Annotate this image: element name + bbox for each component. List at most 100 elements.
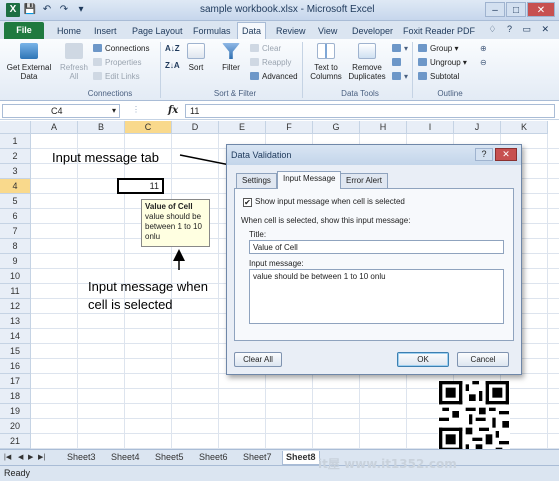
show-input-message-checkbox[interactable]: ✔ Show input message when cell is selecte… [243, 197, 405, 207]
tab-input-message[interactable]: Input Message [277, 171, 342, 189]
sheet-tab[interactable]: Sheet3 [64, 451, 99, 465]
row-header[interactable]: 9 [0, 254, 31, 269]
row-header[interactable]: 5 [0, 194, 31, 209]
insert-function-icon[interactable]: fx [168, 105, 178, 116]
tab-page-layout[interactable]: Page Layout [132, 23, 183, 39]
tab-insert[interactable]: Insert [94, 23, 117, 39]
redo-icon[interactable]: ↷ [57, 3, 71, 17]
row-header[interactable]: 1 [0, 134, 31, 149]
sheet-tab-active[interactable]: Sheet8 [282, 451, 320, 465]
undo-icon[interactable]: ↶ [40, 3, 54, 17]
data-validation-button[interactable]: ▾ [392, 44, 408, 53]
properties-button[interactable]: Properties [93, 58, 141, 67]
sheet-tab[interactable]: Sheet5 [152, 451, 187, 465]
dialog-help-button[interactable]: ? [475, 148, 493, 161]
clear-all-button[interactable]: Clear All [234, 352, 282, 367]
row-header[interactable]: 18 [0, 389, 31, 404]
row-header[interactable]: 21 [0, 434, 31, 449]
row-header[interactable]: 14 [0, 329, 31, 344]
row-header[interactable]: 6 [0, 209, 31, 224]
hide-detail-icon[interactable]: ⊖ [480, 58, 487, 67]
row-header[interactable]: 7 [0, 224, 31, 239]
tab-review[interactable]: Review [276, 23, 306, 39]
edit-links-button[interactable]: Edit Links [93, 72, 140, 81]
row-header[interactable]: 19 [0, 404, 31, 419]
minimize-button[interactable]: – [485, 2, 505, 17]
show-detail-icon[interactable]: ⊕ [480, 44, 487, 53]
column-header[interactable]: B [78, 121, 125, 134]
input-message-textarea[interactable]: value should be between 1 to 10 onlu [249, 269, 504, 324]
row-header[interactable]: 17 [0, 374, 31, 389]
column-header[interactable]: J [454, 121, 501, 134]
column-header[interactable]: H [360, 121, 407, 134]
column-header[interactable]: K [501, 121, 548, 134]
tab-settings[interactable]: Settings [236, 173, 277, 188]
column-header[interactable]: D [172, 121, 219, 134]
sort-a-z-button[interactable]: A↓Z [165, 44, 180, 53]
sort-button[interactable]: Sort [183, 43, 209, 72]
prev-sheet-icon[interactable]: ◀ [18, 453, 23, 461]
row-header[interactable]: 8 [0, 239, 31, 254]
subtotal-button[interactable]: Subtotal [418, 72, 459, 81]
row-header[interactable]: 12 [0, 299, 31, 314]
what-if-analysis-button[interactable]: ▾ [392, 72, 408, 81]
last-sheet-icon[interactable]: ▶| [38, 453, 45, 461]
name-box[interactable]: C4 [2, 104, 120, 118]
active-cell-c4[interactable]: 11 [117, 178, 164, 194]
tab-home[interactable]: Home [57, 23, 81, 39]
sort-z-a-button[interactable]: Z↓A [165, 61, 180, 70]
tab-foxit[interactable]: Foxit Reader PDF [403, 23, 475, 39]
clear-button[interactable]: Clear [250, 44, 281, 53]
column-header[interactable]: A [31, 121, 78, 134]
tab-formulas[interactable]: Formulas [193, 23, 231, 39]
save-icon[interactable]: 💾 [23, 3, 37, 17]
filter-button[interactable]: Filter [217, 43, 245, 72]
refresh-all-button[interactable]: Refresh All [58, 43, 90, 81]
row-header[interactable]: 11 [0, 284, 31, 299]
cancel-button[interactable]: Cancel [457, 352, 509, 367]
tab-developer[interactable]: Developer [352, 23, 393, 39]
row-header[interactable]: 20 [0, 419, 31, 434]
text-to-columns-button[interactable]: Text to Columns [306, 43, 346, 81]
column-header[interactable]: C [125, 121, 172, 134]
row-header[interactable]: 13 [0, 314, 31, 329]
tab-view[interactable]: View [318, 23, 337, 39]
tab-file[interactable]: File [4, 22, 44, 39]
group-label-sort-filter: Sort & Filter [213, 89, 257, 98]
title-input[interactable]: Value of Cell [249, 240, 504, 254]
tab-error-alert[interactable]: Error Alert [340, 173, 389, 188]
row-header[interactable]: 4 [0, 179, 31, 194]
column-header[interactable]: I [407, 121, 454, 134]
maximize-button[interactable]: □ [506, 2, 526, 17]
row-header[interactable]: 3 [0, 164, 31, 179]
group-button[interactable]: Group ▾ [418, 44, 458, 53]
sheet-tab[interactable]: Sheet6 [196, 451, 231, 465]
tab-data[interactable]: Data [237, 22, 267, 39]
row-header[interactable]: 10 [0, 269, 31, 284]
reapply-button[interactable]: Reapply [250, 58, 291, 67]
advanced-button[interactable]: Advanced [250, 72, 298, 81]
formula-input[interactable]: 11 [185, 104, 555, 118]
row-header[interactable]: 16 [0, 359, 31, 374]
column-header[interactable]: F [266, 121, 313, 134]
close-window-button[interactable]: ✕ [527, 2, 555, 17]
connections-button[interactable]: Connections [93, 44, 149, 53]
sheet-tab[interactable]: Sheet4 [108, 451, 143, 465]
row-header[interactable]: 15 [0, 344, 31, 359]
column-header[interactable]: E [219, 121, 266, 134]
consolidate-button[interactable] [392, 58, 404, 67]
column-header[interactable]: G [313, 121, 360, 134]
sheet-tab[interactable]: Sheet7 [240, 451, 275, 465]
customize-qat-icon[interactable]: ▾ [74, 3, 88, 17]
select-all-corner[interactable] [0, 121, 31, 134]
ok-button[interactable]: OK [397, 352, 449, 367]
dialog-close-button[interactable]: ✕ [495, 148, 517, 161]
remove-duplicates-button[interactable]: Remove Duplicates [346, 43, 388, 81]
row-header[interactable]: 2 [0, 149, 31, 164]
get-external-data-button[interactable]: Get External Data [4, 43, 54, 81]
ungroup-button[interactable]: Ungroup ▾ [418, 58, 467, 67]
name-box-dropdown-icon[interactable]: ▾ [112, 106, 116, 115]
next-sheet-icon[interactable]: ▶ [28, 453, 33, 461]
ribbon-help-controls[interactable]: ♢ ? ▭ ✕ [488, 24, 553, 35]
first-sheet-icon[interactable]: |◀ [4, 453, 11, 461]
